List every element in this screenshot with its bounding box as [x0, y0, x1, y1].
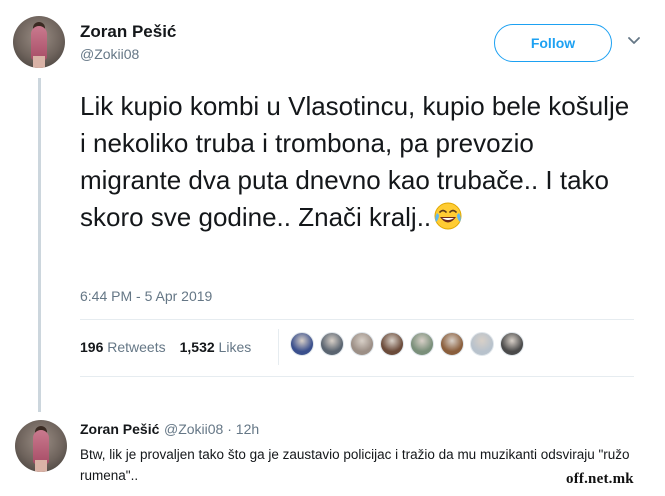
avatar[interactable] [13, 16, 65, 68]
reply-author-handle[interactable]: @Zokii08 [164, 421, 223, 437]
liker-avatar-5[interactable] [410, 332, 434, 356]
retweets-stat[interactable]: 196 Retweets [80, 339, 166, 355]
tweet-stats: 196 Retweets 1,532 Likes [80, 339, 265, 355]
retweets-count: 196 [80, 339, 104, 355]
reply-meta: @Zokii08 · 12h [164, 421, 260, 437]
tweet-text: Lik kupio kombi u Vlasotincu, kupio bele… [80, 88, 640, 236]
reply-time[interactable]: 12h [236, 421, 259, 437]
liker-avatar-8[interactable] [500, 332, 524, 356]
thread-line [38, 78, 41, 412]
likes-count: 1,532 [179, 339, 215, 355]
liker-avatar-6[interactable] [440, 332, 464, 356]
tweet-body: Lik kupio kombi u Vlasotincu, kupio bele… [80, 91, 630, 232]
reply-avatar[interactable] [15, 420, 67, 472]
liker-avatar-4[interactable] [380, 332, 404, 356]
stat-divider [278, 329, 279, 365]
liker-avatar-1[interactable] [290, 332, 314, 356]
likes-label: Likes [218, 339, 252, 355]
tweet-timestamp[interactable]: 6:44 PM - 5 Apr 2019 [80, 288, 212, 304]
likers-avatars [290, 332, 530, 356]
likes-stat[interactable]: 1,532 Likes [180, 339, 252, 355]
reply-text: Btw, lik je provaljen tako što ga je zau… [80, 447, 630, 483]
reply-author-name[interactable]: Zoran Pešić [80, 421, 159, 437]
chevron-down-icon[interactable] [627, 34, 641, 48]
face-with-tears-of-joy-icon [434, 202, 462, 230]
divider [80, 376, 634, 377]
divider [80, 319, 634, 320]
retweets-label: Retweets [107, 339, 166, 355]
liker-avatar-2[interactable] [320, 332, 344, 356]
follow-button[interactable]: Follow [494, 24, 612, 62]
liker-avatar-7[interactable] [470, 332, 494, 356]
author-name[interactable]: Zoran Pešić [80, 22, 176, 42]
liker-avatar-3[interactable] [350, 332, 374, 356]
watermark: off.net.mk [566, 471, 634, 487]
author-handle[interactable]: @Zokii08 [80, 46, 139, 62]
